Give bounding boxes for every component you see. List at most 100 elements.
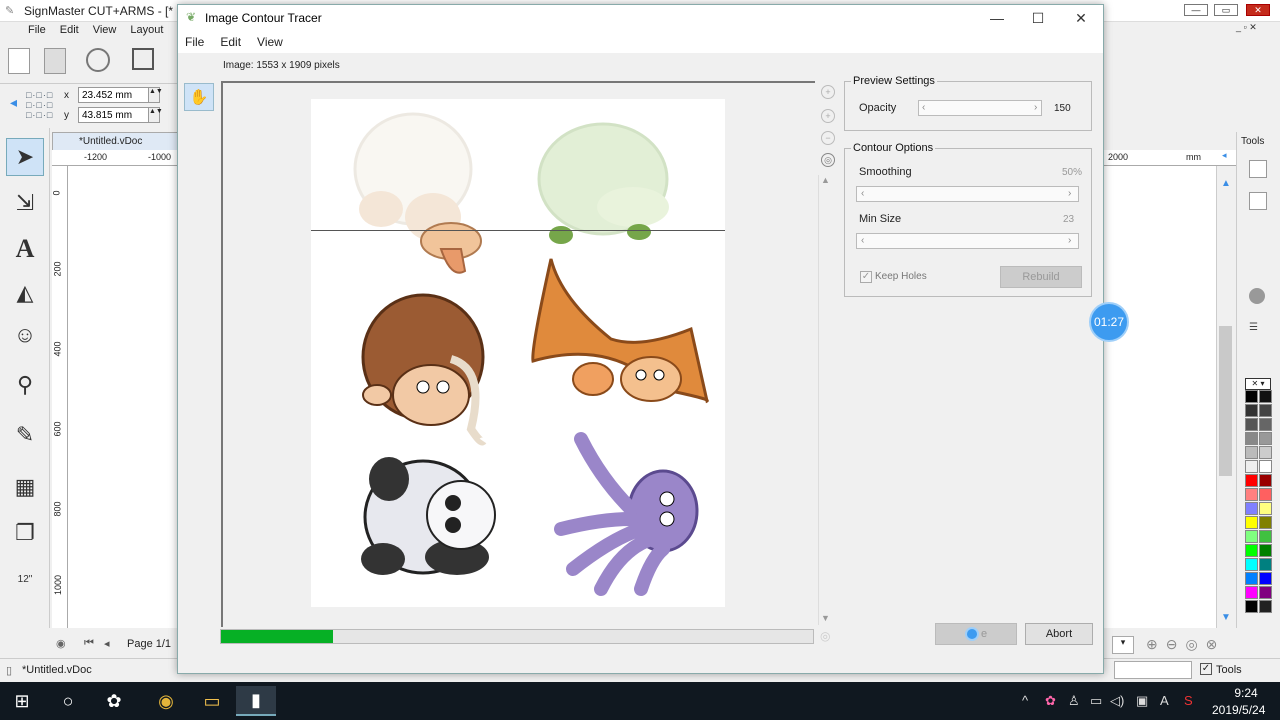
volume-icon[interactable]: ◁) [1110,693,1124,709]
node-edit-icon[interactable]: ⇲ [6,184,44,222]
windows-start-icon[interactable]: ⊞ [2,686,42,716]
y-spin-icon[interactable]: ▲▼ [148,107,163,123]
no-color-icon[interactable]: ✕ ▾ [1245,378,1271,390]
dialog-close-icon[interactable]: ✕ [1059,5,1103,31]
done-button[interactable]: e [935,623,1017,645]
ruler-tick: 600 [52,421,63,437]
tray-s-icon[interactable]: S [1184,693,1193,708]
kangaroo-figure [531,258,709,404]
menu-file[interactable]: File [28,24,46,36]
app-close-button[interactable]: ✕ [1246,4,1270,16]
dialog-menu-edit[interactable]: Edit [220,35,241,49]
cursor-click-icon [964,627,979,641]
doc-window-controls[interactable]: _ ▫ ✕ [1236,22,1280,38]
zoom-in-plus-icon[interactable]: + [821,109,835,123]
select-arrow-icon[interactable]: ➤ [6,138,44,176]
preview-settings-legend: Preview Settings [853,75,935,87]
rebuild-button[interactable]: Rebuild [1000,266,1082,288]
preview-scroll-up-icon[interactable]: ▲ [821,175,830,185]
zoom-out-icon[interactable]: − [821,131,835,145]
texture-tool-icon[interactable]: ▦ [6,468,44,506]
smoothing-slider[interactable]: ‹ › [856,186,1079,202]
slider-right-icon[interactable]: › [1034,102,1037,113]
signmaster-taskbar-icon[interactable]: ▮ [236,686,276,716]
menu-view[interactable]: View [93,24,117,36]
zoom-fit-icon[interactable]: ◎ [821,153,835,167]
tray-app-icon[interactable]: ✿ [1045,693,1056,709]
status-field [1114,661,1192,679]
opacity-slider[interactable]: ‹ › [918,100,1042,116]
menu-edit[interactable]: Edit [60,24,79,36]
tools-checkbox-icon[interactable]: ✓ [1200,663,1212,675]
opacity-value: 150 [1054,103,1071,114]
keep-holes-label[interactable]: Keep Holes [875,271,927,282]
slider-right-icon[interactable]: › [1068,235,1071,246]
save-icon[interactable] [132,48,154,70]
open-document-icon[interactable] [44,48,66,74]
progress-status-icon: ◎ [820,629,831,643]
x-spin-icon[interactable]: ▲▼ [148,87,163,103]
ruler-arrow-icon[interactable]: ◂ [1222,150,1227,161]
recording-timer-badge: 01:27 [1089,302,1129,342]
dialog-minimize-icon[interactable]: — [975,5,1019,31]
circle-shape-icon[interactable] [1249,288,1265,304]
slider-left-icon[interactable]: ‹ [861,188,864,199]
app-restore-button[interactable]: ▭ [1214,4,1238,16]
anchor-left-icon[interactable]: ◂ [10,94,17,111]
canvas-vertical-scrollbar[interactable]: ▲ ▼ [1216,166,1234,628]
minsize-slider[interactable]: ‹ › [856,233,1079,249]
slider-left-icon[interactable]: ‹ [861,235,864,246]
clock-time[interactable]: 9:24 [1226,686,1266,700]
anchor-grid-icon[interactable]: □·□·□ □·□·□ □·□·□ [26,90,53,120]
tray-expand-icon[interactable]: ^ [1022,693,1028,708]
text-tool-icon[interactable]: A [6,230,44,268]
zoom-controls-icon[interactable]: ⊕⊖◎⊗ [1146,636,1225,653]
shapes-tool-icon[interactable]: ◭ [6,274,44,312]
status-document-name: *Untitled.vDoc [22,664,92,676]
dialog-menu-file[interactable]: File [185,35,204,49]
dialog-menu-view[interactable]: View [257,35,283,49]
file-explorer-icon[interactable]: ▭ [192,686,232,716]
keep-holes-checkbox[interactable]: ✓ [860,271,872,283]
clock-date[interactable]: 2019/5/24 [1212,703,1265,717]
lines-icon[interactable]: ☰ [1249,322,1258,333]
prev-page-icon[interactable]: ◂ [104,637,110,650]
slider-left-icon[interactable]: ‹ [922,102,925,113]
task-view-icon[interactable]: ✿ [94,686,134,716]
dialog-maximize-icon[interactable]: ☐ [1016,5,1060,31]
new-document-icon[interactable] [8,48,30,74]
input-method-icon[interactable]: A [1160,693,1169,708]
panel-tool-icon[interactable] [1249,160,1267,178]
preview-vertical-scrollbar[interactable]: ▲ ▼ [818,175,832,625]
pen-tool-icon[interactable]: ✎ [6,416,44,454]
document-tab[interactable]: *Untitled.vDoc [52,132,178,150]
scroll-up-icon[interactable]: ▲ [1221,178,1231,189]
cortana-search-icon[interactable]: ○ [48,686,88,716]
ruler-measure-icon[interactable]: 12" [6,560,44,598]
tools-checkbox-label[interactable]: Tools [1216,664,1242,676]
scroll-thumb[interactable] [1219,326,1232,476]
preview-scroll-down-icon[interactable]: ▼ [821,613,830,623]
design-canvas-right[interactable] [1104,166,1220,628]
tray-usb-icon[interactable]: ♙ [1068,693,1080,709]
recent-clock-icon[interactable] [86,48,110,72]
network-icon[interactable]: ▣ [1136,693,1148,709]
slider-right-icon[interactable]: › [1068,188,1071,199]
menu-layout[interactable]: Layout [130,24,163,36]
app-minimize-button[interactable]: — [1184,4,1208,16]
zoom-dropdown-icon[interactable]: ▾ [1112,636,1134,654]
chrome-browser-icon[interactable]: ◉ [146,686,186,716]
battery-icon[interactable]: ▭ [1090,693,1102,709]
abort-button[interactable]: Abort [1025,623,1093,645]
design-canvas-left[interactable] [68,166,178,628]
copy-shapes-icon[interactable]: ❐ [6,514,44,552]
zoom-magnifier-icon[interactable]: ⚲ [6,366,44,404]
scroll-down-icon[interactable]: ▼ [1221,612,1231,623]
first-page-icon[interactable]: ⏮ [84,637,94,650]
layers-icon[interactable]: ◉ [56,637,66,650]
hand-pan-icon[interactable]: ✋ [184,83,214,111]
clipart-bear-icon[interactable]: ☺ [6,316,44,354]
panel-tool-icon[interactable] [1249,192,1267,210]
zoom-in-icon[interactable]: + [821,85,835,99]
ruler-tick: 0 [51,190,62,196]
